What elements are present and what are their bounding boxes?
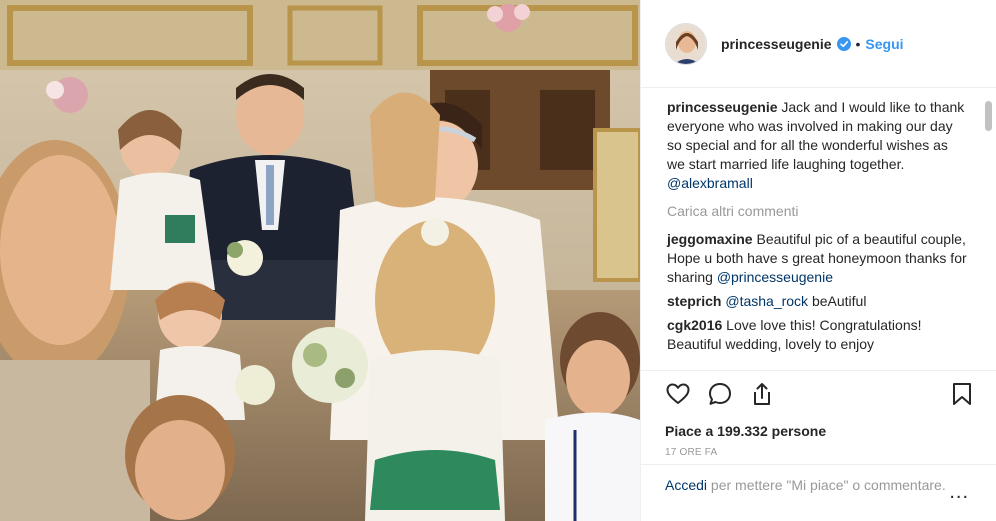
heart-icon[interactable] bbox=[665, 381, 691, 407]
comments-scrollbar[interactable] bbox=[985, 101, 992, 131]
post-photo[interactable] bbox=[0, 0, 640, 521]
author-username[interactable]: princesseugenie bbox=[721, 36, 832, 52]
comment-item: cgk2016 Love love this! Congratulations!… bbox=[667, 316, 969, 354]
comment-username[interactable]: jeggomaxine bbox=[667, 231, 753, 247]
comment-item: steprich @tasha_rock beAutiful bbox=[667, 292, 969, 311]
follow-button[interactable]: Segui bbox=[865, 36, 903, 52]
verified-badge-icon bbox=[836, 36, 851, 51]
post-timestamp[interactable]: 17 ORE FA bbox=[665, 447, 975, 458]
caption-username[interactable]: princesseugenie bbox=[667, 99, 778, 115]
caption: princesseugenie Jack and I would like to… bbox=[667, 98, 969, 193]
bookmark-icon[interactable] bbox=[949, 381, 975, 407]
comment-username[interactable]: cgk2016 bbox=[667, 317, 722, 333]
comment-icon[interactable] bbox=[707, 381, 733, 407]
comment-mention[interactable]: @princesseugenie bbox=[717, 269, 833, 285]
load-more-comments-button[interactable]: Carica altri commenti bbox=[667, 202, 969, 221]
login-prompt: Accedi per mettere "Mi piace" o commenta… bbox=[641, 464, 996, 521]
comment-text: beAutiful bbox=[811, 293, 867, 309]
comment-item: jeggomaxine Beautiful pic of a beautiful… bbox=[667, 230, 969, 287]
post-actions: Piace a 199.332 persone 17 ORE FA bbox=[641, 370, 996, 458]
comments-list[interactable]: princesseugenie Jack and I would like to… bbox=[641, 88, 996, 370]
separator-dot: • bbox=[855, 35, 861, 52]
wedding-photo-image bbox=[0, 0, 640, 521]
share-icon[interactable] bbox=[749, 381, 775, 407]
action-icons bbox=[665, 381, 975, 411]
instagram-post: princesseugenie • Segui princesseugenie … bbox=[0, 0, 996, 521]
comment-username[interactable]: steprich bbox=[667, 293, 721, 309]
likes-count[interactable]: Piace a 199.332 persone bbox=[665, 423, 975, 439]
login-prompt-text: per mettere "Mi piace" o commentare. bbox=[710, 477, 946, 493]
avatar-image bbox=[666, 23, 706, 64]
more-options-button[interactable]: ... bbox=[949, 482, 969, 502]
login-link[interactable]: Accedi bbox=[665, 477, 707, 493]
post-header: princesseugenie • Segui bbox=[641, 0, 996, 88]
comment-mention[interactable]: @tasha_rock bbox=[725, 293, 808, 309]
author-avatar[interactable] bbox=[665, 22, 707, 65]
caption-mention[interactable]: @alexbramall bbox=[667, 175, 753, 191]
post-side-panel: princesseugenie • Segui princesseugenie … bbox=[640, 0, 996, 521]
